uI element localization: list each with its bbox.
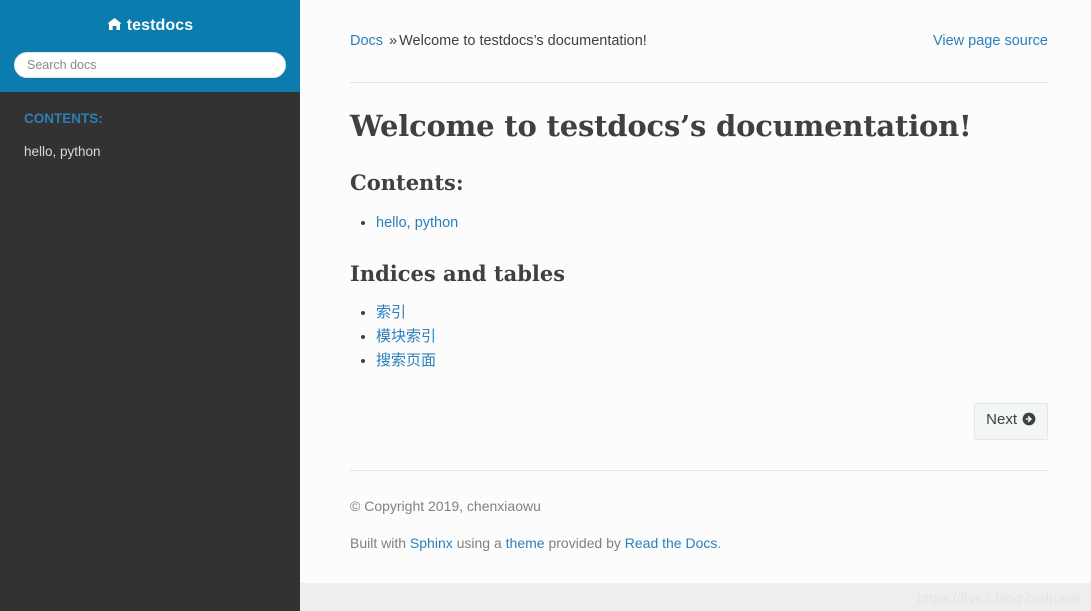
copyright-text: © Copyright 2019, chenxiaowu — [350, 498, 541, 514]
toc-link-hello-python[interactable]: hello, python — [376, 215, 458, 231]
document-body: Welcome to testdocs’s documentation! Con… — [350, 83, 1048, 553]
indices-list: 索引 模块索引 搜索页面 — [350, 301, 1048, 373]
content-inner: Docs» Welcome to testdocs’s documentation… — [300, 0, 1091, 553]
contents-toctree: hello, python — [350, 211, 1048, 235]
page-footer: © Copyright 2019, chenxiaowu Built with … — [350, 471, 1048, 553]
module-index-link[interactable]: 模块索引 — [376, 328, 436, 345]
breadcrumb-home-link[interactable]: Docs — [350, 33, 383, 49]
footer-navigation: Next — [350, 403, 1048, 443]
list-item[interactable]: 搜索页面 — [361, 349, 1048, 373]
search-input[interactable] — [14, 52, 286, 78]
sphinx-link[interactable]: Sphinx — [410, 535, 453, 551]
built-suffix: . — [717, 535, 722, 551]
breadcrumb-current: Welcome to testdocs’s documentation! — [399, 33, 647, 49]
breadcrumb-separator: » — [389, 33, 398, 49]
theme-link[interactable]: theme — [506, 535, 545, 551]
sidebar-nav-caption: CONTENTS: — [24, 111, 103, 126]
view-page-source-link[interactable]: View page source — [933, 31, 1048, 51]
home-icon — [107, 17, 122, 37]
built-prefix: Built with — [350, 535, 410, 551]
read-the-docs-link[interactable]: Read the Docs — [625, 535, 718, 551]
index-link[interactable]: 索引 — [376, 304, 406, 321]
search-form — [0, 46, 300, 78]
main-content: Docs» Welcome to testdocs’s documentation… — [300, 0, 1091, 583]
sidebar-header: testdocs — [0, 0, 300, 92]
sidebar-brand-label: testdocs — [126, 17, 194, 34]
sidebar-item-hello-python[interactable]: hello, python — [0, 136, 300, 168]
list-item[interactable]: hello, python — [361, 211, 1048, 235]
next-button-label: Next — [986, 411, 1017, 428]
contents-heading: Contents: — [350, 170, 464, 195]
search-page-link[interactable]: 搜索页面 — [376, 352, 436, 369]
next-button[interactable]: Next — [974, 403, 1048, 440]
sidebar-brand-link[interactable]: testdocs — [0, 0, 300, 37]
list-item[interactable]: 索引 — [361, 301, 1048, 325]
sidebar: testdocs CONTENTS: hello, python — [0, 0, 300, 611]
built-mid2: provided by — [544, 535, 625, 551]
built-with-text: Built with Sphinx using a theme provided… — [350, 533, 1048, 553]
built-mid: using a — [452, 535, 506, 551]
page-title: Welcome to testdocs’s documentation! — [350, 109, 972, 143]
arrow-circle-right-icon — [1022, 412, 1036, 431]
sidebar-nav-list: hello, python — [0, 136, 300, 168]
bottom-strip — [300, 583, 1091, 611]
list-item[interactable]: 模块索引 — [361, 325, 1048, 349]
sidebar-item-label[interactable]: hello, python — [0, 136, 300, 168]
breadcrumb: Docs » Welcome to testdocs’s documentation… — [350, 0, 1048, 53]
sidebar-nav: CONTENTS: hello, python — [0, 92, 300, 168]
indices-heading: Indices and tables — [350, 261, 566, 286]
